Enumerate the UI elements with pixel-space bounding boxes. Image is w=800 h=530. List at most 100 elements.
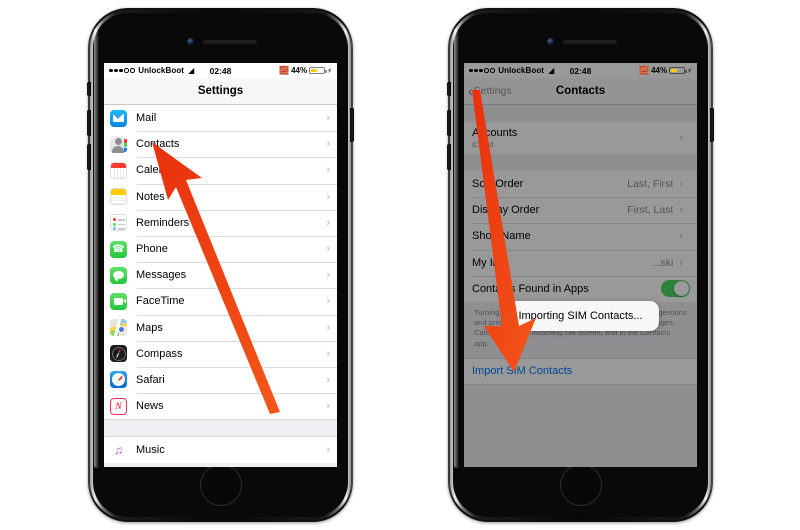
page-title: Contacts xyxy=(555,85,606,97)
settings-list: Mail › Contacts › Calendar › Notes › Rem… xyxy=(104,105,337,420)
sidebar-item-safari[interactable]: Safari › xyxy=(104,366,337,394)
power-button[interactable] xyxy=(350,108,354,142)
row-label: Reminders xyxy=(136,216,190,229)
sidebar-item-maps[interactable]: Maps › xyxy=(104,314,337,341)
calendar-icon xyxy=(110,161,127,179)
row-label: Messages xyxy=(136,269,187,282)
volume-up-button[interactable] xyxy=(447,110,451,136)
page-title: Settings xyxy=(197,85,244,97)
chevron-right-icon: › xyxy=(326,444,330,457)
sidebar-item-compass[interactable]: Compass › xyxy=(104,340,337,367)
mail-icon xyxy=(110,109,127,127)
screenshot-canvas: UnlockBoot ◢ 02:48 🧱 44% ⚡ Settings Mail xyxy=(0,0,800,530)
sidebar-item-facetime[interactable]: FaceTime › xyxy=(104,288,337,315)
volume-up-button[interactable] xyxy=(87,110,91,136)
status-right: 🧱 44% ⚡ xyxy=(639,66,692,75)
chevron-right-icon: › xyxy=(326,321,330,334)
reminders-icon xyxy=(110,214,127,232)
chevron-right-icon: › xyxy=(326,269,330,282)
iphone-right: UnlockBoot ◢ 02:48 🧱 44% ⚡ ‹ Settings Co… xyxy=(447,8,714,522)
power-button[interactable] xyxy=(710,108,714,142)
sidebar-item-mail[interactable]: Mail › xyxy=(104,105,337,132)
row-label: Maps xyxy=(136,321,163,334)
maps-icon xyxy=(110,319,127,337)
sidebar-item-phone[interactable]: ☎ Phone › xyxy=(104,235,337,263)
chevron-right-icon: › xyxy=(326,164,330,177)
contacts-icon xyxy=(110,135,127,153)
row-label: Contacts xyxy=(136,138,180,151)
messages-icon xyxy=(110,266,127,284)
row-label: Accounts xyxy=(472,127,518,139)
chevron-right-icon: › xyxy=(326,112,330,125)
bluetooth-icon: 🧱 xyxy=(279,66,290,75)
row-label: My Info xyxy=(472,256,509,269)
section-separator xyxy=(104,419,337,438)
volume-down-button[interactable] xyxy=(87,144,91,170)
phone-icon: ☎ xyxy=(110,240,127,258)
earpiece-speaker xyxy=(202,40,257,44)
row-short-name[interactable]: Short Name › xyxy=(464,223,697,250)
left-nav-bar: Settings xyxy=(104,78,337,105)
contacts-found-toggle[interactable] xyxy=(661,280,690,298)
status-right: 🧱 44% ⚡ xyxy=(279,66,332,75)
back-button[interactable]: ‹ Settings xyxy=(468,84,512,98)
sidebar-item-notes[interactable]: Notes › xyxy=(104,183,337,210)
chevron-left-icon: ‹ xyxy=(468,83,473,99)
compass-icon xyxy=(110,345,127,363)
chevron-right-icon: › xyxy=(326,347,330,360)
sidebar-item-reminders[interactable]: Reminders › xyxy=(104,209,337,236)
volume-down-button[interactable] xyxy=(447,144,451,170)
row-label: Display Order xyxy=(472,204,540,217)
row-label: Safari xyxy=(136,373,165,386)
row-label: Sort Order xyxy=(472,178,524,191)
front-camera-icon xyxy=(546,38,554,45)
front-camera-icon xyxy=(186,38,194,45)
news-icon: N xyxy=(110,397,127,415)
sidebar-item-calendar[interactable]: Calendar › xyxy=(104,157,337,184)
battery-percent: 44% xyxy=(651,66,668,75)
row-label: Short Name xyxy=(472,230,531,243)
row-label: Notes xyxy=(136,190,165,203)
sidebar-item-news[interactable]: N News › xyxy=(104,393,337,420)
row-my-info[interactable]: My Info ...ski › xyxy=(464,249,697,276)
chevron-right-icon: › xyxy=(679,204,683,217)
row-sort-order[interactable]: Sort Order Last, First › xyxy=(464,171,697,198)
sidebar-item-contacts[interactable]: Contacts › xyxy=(104,131,337,158)
row-accounts[interactable]: Accounts iCloud › xyxy=(464,122,697,154)
chevron-right-icon: › xyxy=(679,132,683,144)
sidebar-item-music[interactable]: ♫ Music › xyxy=(104,437,337,464)
chevron-right-icon: › xyxy=(326,138,330,151)
left-screen: UnlockBoot ◢ 02:48 🧱 44% ⚡ Settings Mail xyxy=(104,63,337,467)
row-label: Music xyxy=(136,444,165,457)
facetime-icon xyxy=(110,292,127,310)
safari-icon xyxy=(110,371,127,389)
home-button[interactable] xyxy=(559,464,602,506)
battery-icon xyxy=(309,66,328,75)
row-label: Phone xyxy=(136,243,168,256)
chevron-right-icon: › xyxy=(326,373,330,386)
lightning-bolt-icon: ⚡ xyxy=(687,67,692,75)
chevron-right-icon: › xyxy=(326,190,330,203)
chevron-right-icon: › xyxy=(326,243,330,256)
chevron-right-icon: › xyxy=(679,178,683,191)
back-label: Settings xyxy=(473,85,512,97)
right-screen: UnlockBoot ◢ 02:48 🧱 44% ⚡ ‹ Settings Co… xyxy=(464,63,697,467)
chevron-right-icon: › xyxy=(679,256,683,269)
row-import-sim-contacts[interactable]: Import SIM Contacts xyxy=(464,357,697,385)
right-status-bar: UnlockBoot ◢ 02:48 🧱 44% ⚡ xyxy=(464,63,697,78)
row-display-order[interactable]: Display Order First, Last › xyxy=(464,197,697,224)
notes-icon xyxy=(110,188,127,206)
row-label: Mail xyxy=(136,112,157,125)
chevron-right-icon: › xyxy=(679,230,683,243)
mute-switch[interactable] xyxy=(87,82,91,96)
chevron-right-icon: › xyxy=(326,295,330,308)
lightning-bolt-icon: ⚡ xyxy=(327,67,332,75)
settings-list-group2: ♫ Music › xyxy=(104,437,337,464)
home-button[interactable] xyxy=(199,464,242,506)
mute-switch[interactable] xyxy=(447,82,451,96)
toast-text: Importing SIM Contacts... xyxy=(518,310,643,322)
sidebar-item-messages[interactable]: Messages › xyxy=(104,262,337,289)
row-contacts-found-in-apps[interactable]: Contacts Found in Apps xyxy=(464,275,697,302)
row-value: Last, First xyxy=(627,178,674,191)
right-nav-bar: ‹ Settings Contacts xyxy=(464,78,697,105)
